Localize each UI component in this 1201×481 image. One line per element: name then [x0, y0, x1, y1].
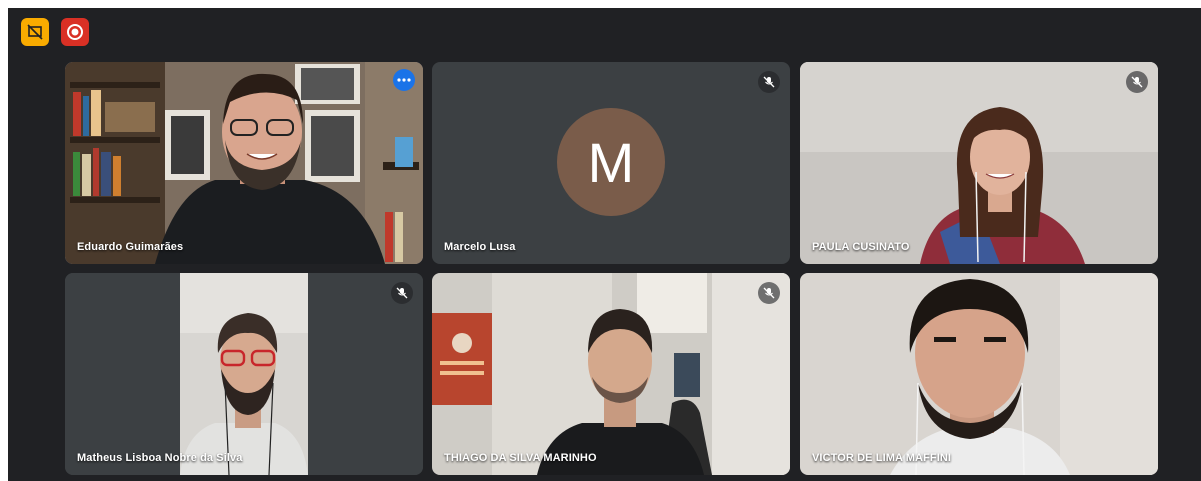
mic-off-icon	[763, 76, 775, 88]
record-icon	[67, 24, 83, 40]
present-toggle-button[interactable]	[21, 18, 49, 46]
participant-tile[interactable]: PAULA CUSINATO	[800, 62, 1158, 264]
avatar: M	[557, 108, 665, 216]
participant-name: Eduardo Guimarães	[77, 241, 184, 253]
participant-tile[interactable]: VICTOR DE LIMA MAFFINI	[800, 273, 1158, 475]
mic-muted-indicator	[391, 282, 413, 304]
video-feed	[800, 273, 1158, 475]
participant-tile[interactable]: Eduardo Guimarães	[65, 62, 423, 264]
video-feed	[432, 273, 790, 475]
presentation-off-icon	[27, 24, 43, 40]
more-options-button[interactable]	[393, 69, 415, 91]
more-dots-icon	[397, 78, 411, 82]
mic-muted-indicator	[758, 282, 780, 304]
participant-name: Marcelo Lusa	[444, 241, 516, 253]
participant-name: VICTOR DE LIMA MAFFINI	[812, 452, 952, 464]
participant-name: THIAGO DA SILVA MARINHO	[444, 452, 597, 464]
mic-off-icon	[763, 287, 775, 299]
video-feed	[65, 273, 423, 475]
record-button[interactable]	[61, 18, 89, 46]
video-feed	[65, 62, 423, 264]
participant-tile[interactable]: M Marcelo Lusa	[432, 62, 790, 264]
video-feed	[800, 62, 1158, 264]
meeting-stage: Eduardo Guimarães M Marcelo Lusa PAULA C…	[8, 8, 1201, 481]
mic-off-icon	[396, 287, 408, 299]
mic-off-icon	[1131, 76, 1143, 88]
mic-muted-indicator	[1126, 71, 1148, 93]
participant-tile[interactable]: Matheus Lisboa Nobre da Silva	[65, 273, 423, 475]
participant-name: PAULA CUSINATO	[812, 241, 910, 253]
participant-tile[interactable]: THIAGO DA SILVA MARINHO	[432, 273, 790, 475]
participant-name: Matheus Lisboa Nobre da Silva	[77, 452, 243, 464]
mic-muted-indicator	[758, 71, 780, 93]
